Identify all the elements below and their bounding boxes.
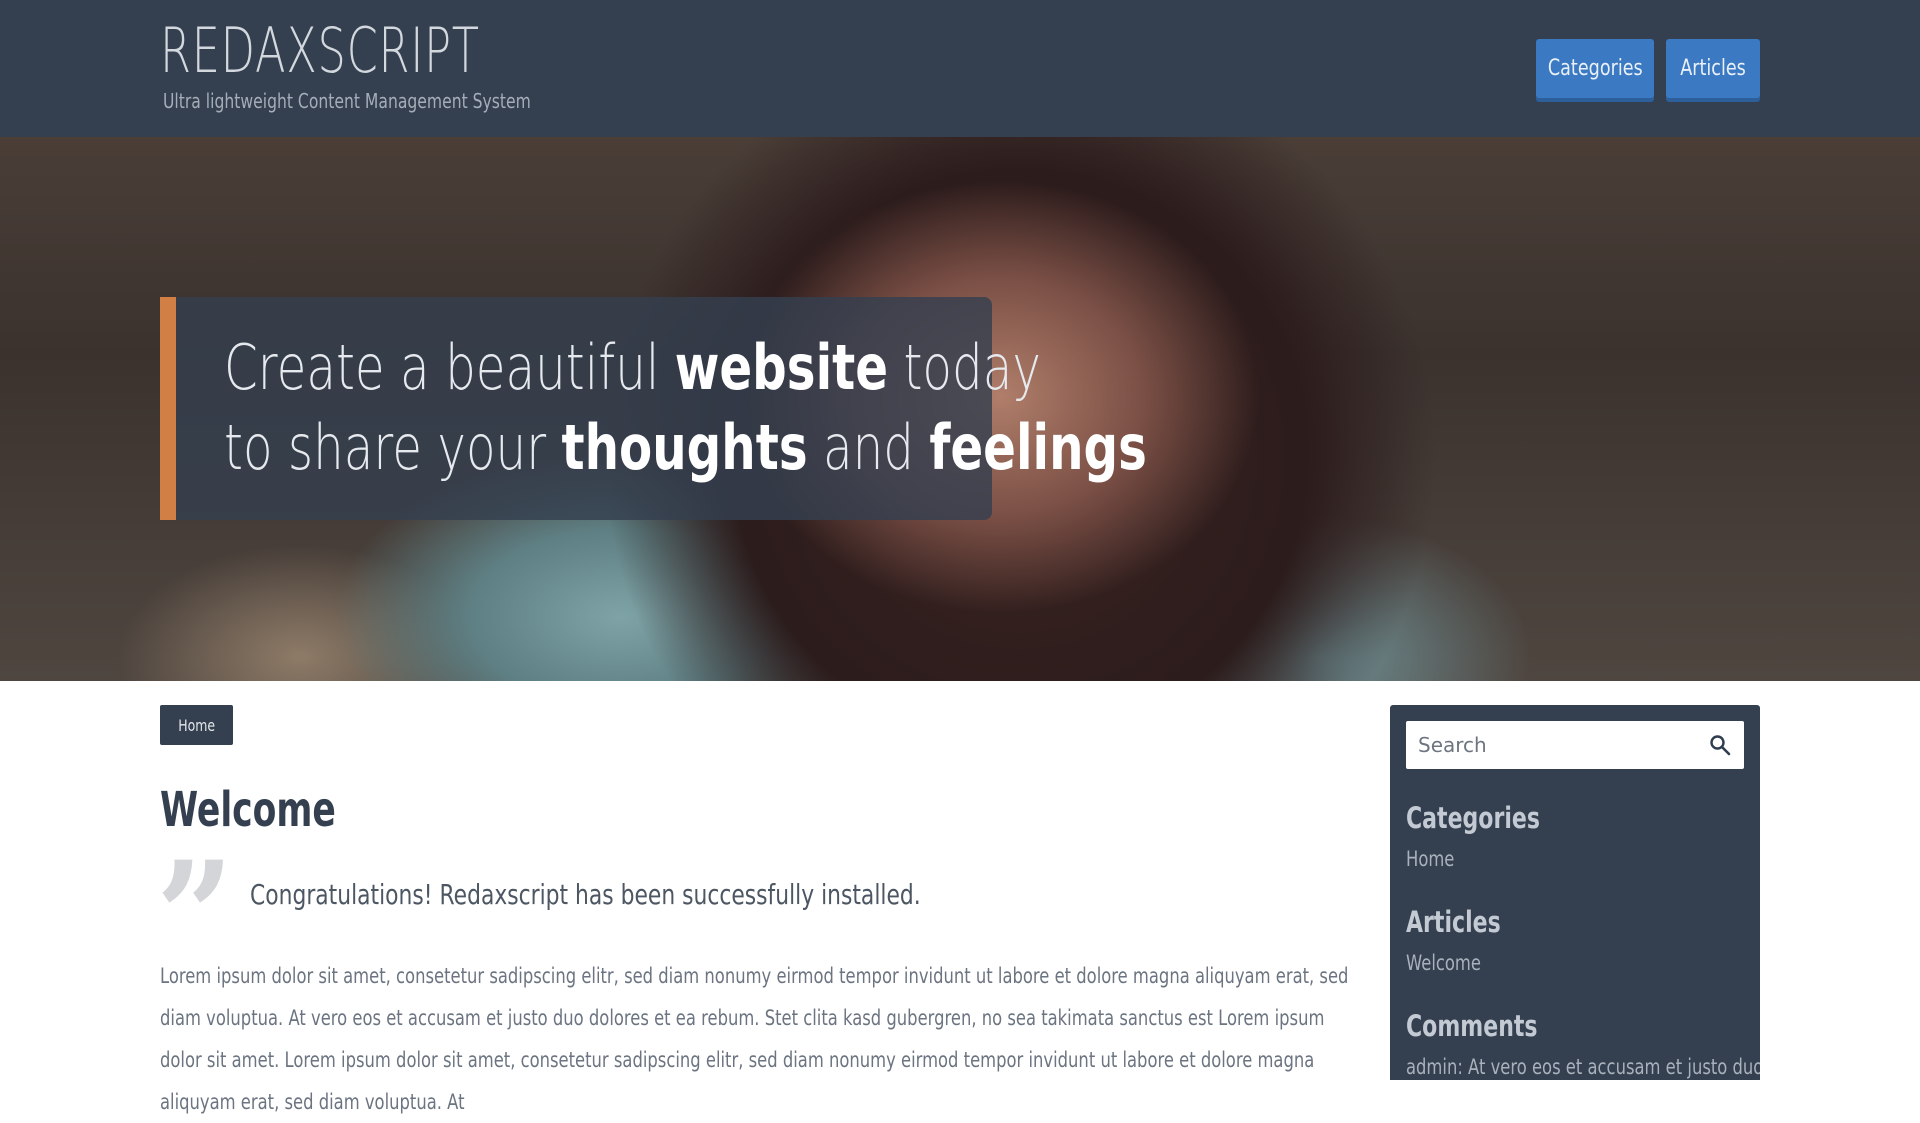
- site-tagline: Ultra lightweight Content Management Sys…: [163, 89, 531, 113]
- search-input[interactable]: [1406, 721, 1696, 769]
- breadcrumb-label: Home: [178, 715, 215, 735]
- sidebar-item-comment[interactable]: admin: At vero eos et accusam et justo d…: [1406, 1055, 1760, 1079]
- nav-categories-button[interactable]: Categories: [1536, 39, 1654, 98]
- article-lead: Congratulations! Redaxscript has been su…: [250, 878, 921, 911]
- search-icon[interactable]: [1708, 733, 1732, 757]
- hero-emphasis: feelings: [929, 411, 1147, 484]
- sidebar-item-welcome[interactable]: Welcome: [1406, 951, 1481, 975]
- hero-text: today: [888, 331, 1041, 404]
- hero-banner: Create a beautiful website today to shar…: [0, 137, 1920, 681]
- site-header: REDAXSCRIPT Ultra lightweight Content Ma…: [0, 0, 1920, 137]
- sidebar: Categories Home Articles Welcome Comment…: [1390, 705, 1760, 1080]
- hero-accent-bar: [160, 297, 176, 520]
- hero-text: and: [807, 411, 930, 484]
- nav-articles-label: Articles: [1680, 56, 1746, 81]
- sidebar-categories-heading: Categories: [1406, 801, 1540, 835]
- article-body: Lorem ipsum dolor sit amet, consetetur s…: [160, 964, 1349, 1114]
- nav-categories-label: Categories: [1547, 56, 1643, 81]
- hero-text-panel: Create a beautiful website today to shar…: [160, 297, 1147, 520]
- breadcrumb-home[interactable]: Home: [160, 705, 233, 745]
- sidebar-comments-heading: Comments: [1406, 1009, 1538, 1043]
- hero-emphasis: website: [674, 331, 889, 404]
- search-form: [1406, 721, 1744, 769]
- hero-headline-line-1: Create a beautiful website today: [224, 331, 1041, 404]
- hero-emphasis: thoughts: [561, 411, 808, 484]
- sidebar-articles-heading: Articles: [1406, 905, 1501, 939]
- hero-text: Create a beautiful: [224, 331, 675, 404]
- sidebar-item-home[interactable]: Home: [1406, 847, 1454, 871]
- hero-headline-line-2: to share your thoughts and feelings: [224, 411, 1147, 484]
- site-title[interactable]: REDAXSCRIPT: [160, 14, 480, 87]
- nav-articles-button[interactable]: Articles: [1666, 39, 1760, 98]
- hero-text: to share your: [224, 411, 562, 484]
